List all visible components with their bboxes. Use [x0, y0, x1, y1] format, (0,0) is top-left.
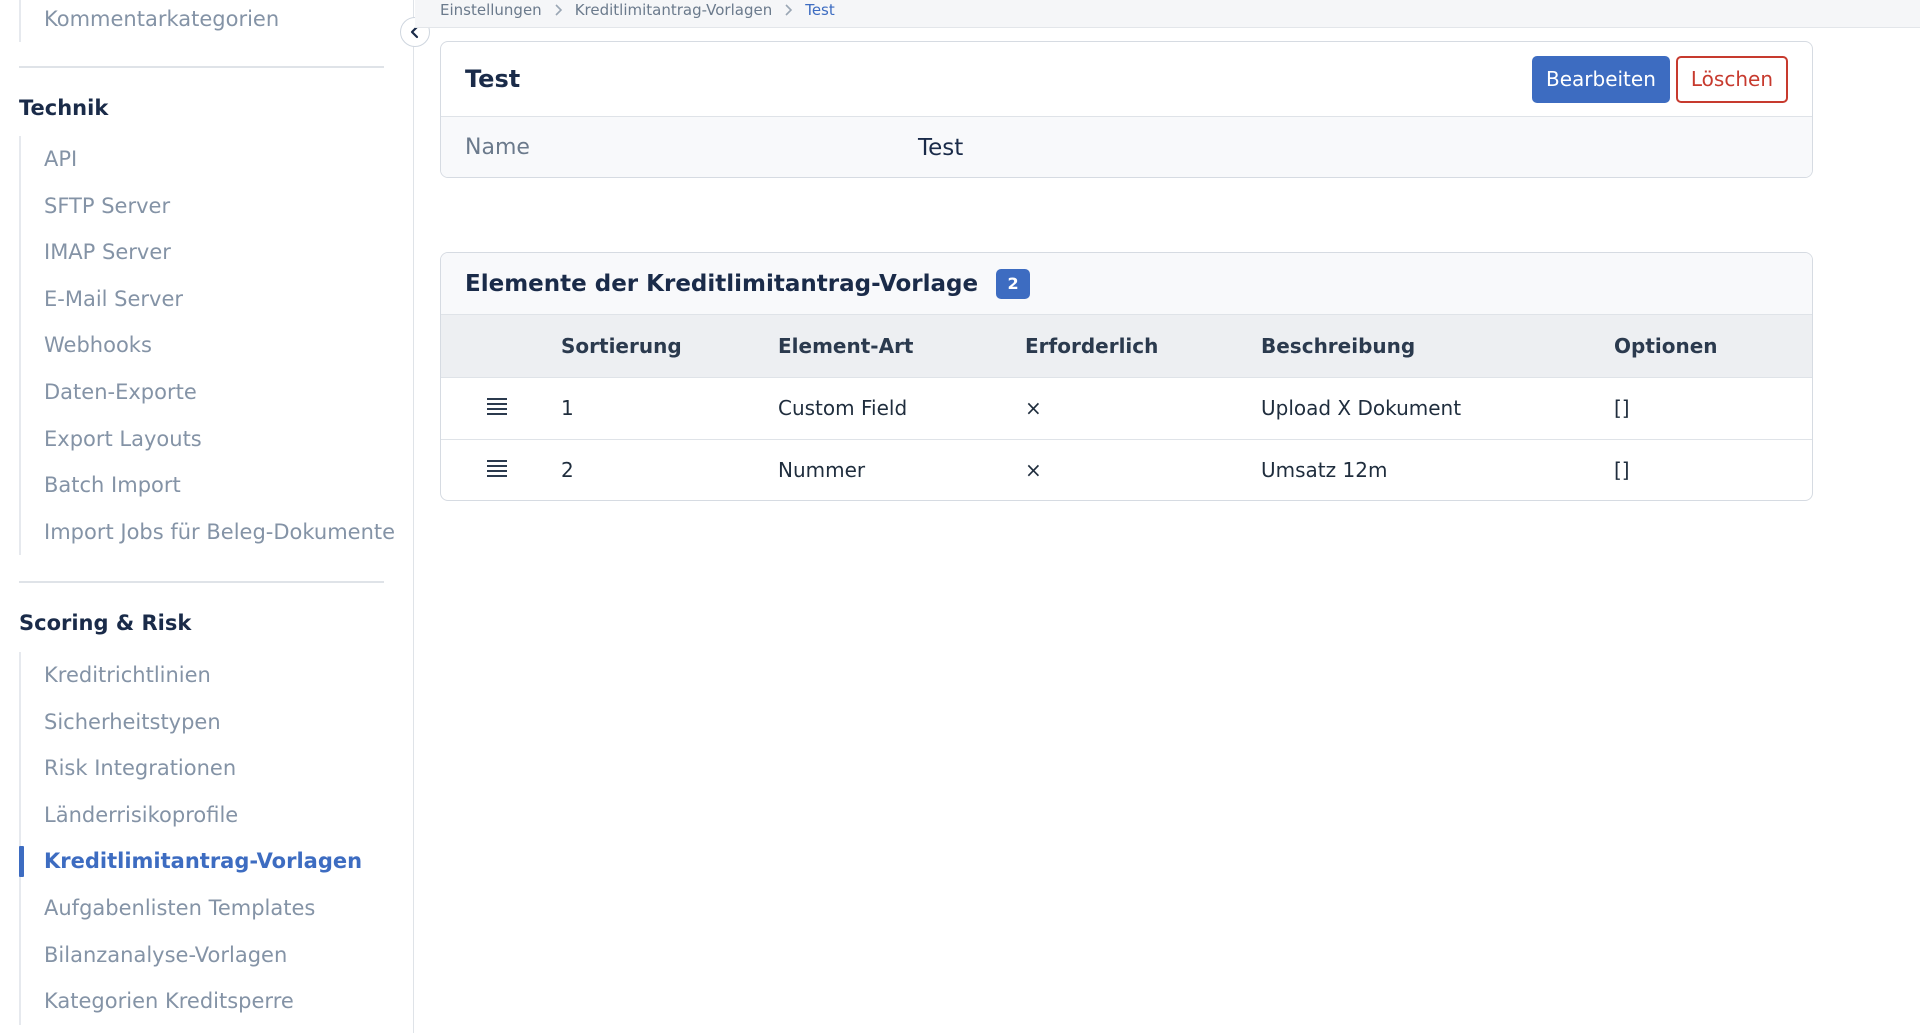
sidebar-item-api[interactable]: API	[21, 136, 395, 183]
sidebar-group-title-technik: Technik	[19, 96, 109, 120]
sidebar-divider	[19, 581, 384, 583]
name-label: Name	[465, 135, 530, 160]
sidebar: Kommentarkategorien Technik API SFTP Ser…	[0, 0, 414, 1033]
table-header-row: Sortierung Element-Art Erforderlich Besc…	[441, 315, 1812, 377]
detail-card-header: Test Bearbeiten Löschen	[441, 42, 1812, 117]
breadcrumb-kreditlimitantrag-vorlagen[interactable]: Kreditlimitantrag-Vorlagen	[575, 1, 773, 19]
delete-button[interactable]: Löschen	[1675, 55, 1788, 103]
cell-erforderlich: ×	[1025, 458, 1042, 483]
name-value: Test	[918, 134, 964, 161]
elements-title: Elemente der Kreditlimitantrag-Vorlage	[465, 270, 979, 297]
cell-element-art: Custom Field	[778, 396, 908, 420]
chevron-right-icon	[784, 4, 793, 16]
sidebar-group-top: Kommentarkategorien	[19, 0, 279, 42]
column-header-drag	[441, 315, 561, 377]
sidebar-item-kommentarkategorien[interactable]: Kommentarkategorien	[21, 0, 279, 42]
column-header-erforderlich[interactable]: Erforderlich	[1025, 315, 1261, 377]
cell-sortierung: 1	[561, 396, 574, 420]
sidebar-item-webhooks[interactable]: Webhooks	[21, 322, 395, 369]
sidebar-group-technik: API SFTP Server IMAP Server E-Mail Serve…	[19, 136, 395, 556]
template-detail-card: Test Bearbeiten Löschen Name Test	[440, 41, 1813, 178]
elements-count-badge: 2	[996, 268, 1031, 299]
sidebar-item-import-jobs[interactable]: Import Jobs für Beleg-Dokumente	[21, 509, 395, 556]
column-header-sortierung[interactable]: Sortierung	[561, 315, 778, 377]
drag-cell	[441, 377, 561, 439]
sidebar-item-kategorien-kreditsperre[interactable]: Kategorien Kreditsperre	[21, 978, 362, 1025]
sidebar-item-batch-import[interactable]: Batch Import	[21, 462, 395, 509]
cell-erforderlich: ×	[1025, 396, 1042, 420]
cell-beschreibung: Umsatz 12m	[1261, 458, 1388, 483]
detail-title: Test	[465, 65, 521, 93]
table-row[interactable]: 1 Custom Field × Upload X Dokument []	[441, 377, 1812, 439]
table-row[interactable]: 2 Nummer × Umsatz 12m []	[441, 439, 1812, 500]
drag-cell	[441, 439, 561, 500]
sidebar-item-kreditlimitantrag-vorlagen[interactable]: Kreditlimitantrag-Vorlagen	[18, 838, 362, 885]
sidebar-item-bilanzanalyse-vorlagen[interactable]: Bilanzanalyse-Vorlagen	[21, 932, 362, 979]
sidebar-item-daten-exporte[interactable]: Daten-Exporte	[21, 369, 395, 416]
breadcrumb-einstellungen[interactable]: Einstellungen	[440, 1, 542, 19]
drag-handle-icon[interactable]	[487, 397, 507, 415]
template-elements-card: Elemente der Kreditlimitantrag-Vorlage 2…	[440, 252, 1813, 501]
column-header-beschreibung[interactable]: Beschreibung	[1261, 315, 1614, 377]
sidebar-divider	[19, 66, 384, 68]
column-header-optionen[interactable]: Optionen	[1614, 315, 1812, 377]
sidebar-group-title-scoring-risk: Scoring & Risk	[19, 611, 192, 635]
detail-name-row: Name Test	[441, 117, 1812, 177]
elements-card-header: Elemente der Kreditlimitantrag-Vorlage 2	[441, 253, 1812, 315]
elements-table: Sortierung Element-Art Erforderlich Besc…	[441, 315, 1812, 500]
cell-element-art: Nummer	[778, 458, 866, 483]
sidebar-group-scoring-risk: Kreditrichtlinien Sicherheitstypen Risk …	[18, 652, 362, 1025]
drag-handle-icon[interactable]	[487, 459, 507, 478]
sidebar-item-aufgabenlisten-templates[interactable]: Aufgabenlisten Templates	[21, 885, 362, 932]
cell-optionen: []	[1614, 458, 1630, 483]
sidebar-item-laenderrisikoprofile[interactable]: Länderrisikoprofile	[21, 792, 362, 839]
edit-button[interactable]: Bearbeiten	[1532, 55, 1670, 103]
cell-beschreibung: Upload X Dokument	[1261, 396, 1462, 420]
chevron-right-icon	[554, 4, 563, 16]
breadcrumb-current: Test	[805, 1, 835, 19]
sidebar-item-imap-server[interactable]: IMAP Server	[21, 229, 395, 276]
sidebar-item-email-server[interactable]: E-Mail Server	[21, 276, 395, 323]
cell-optionen: []	[1614, 396, 1630, 420]
sidebar-item-sftp-server[interactable]: SFTP Server	[21, 183, 395, 230]
cell-sortierung: 2	[561, 458, 574, 483]
column-header-element-art[interactable]: Element-Art	[778, 315, 1025, 377]
sidebar-item-sicherheitstypen[interactable]: Sicherheitstypen	[21, 699, 362, 746]
sidebar-item-risk-integrationen[interactable]: Risk Integrationen	[21, 745, 362, 792]
sidebar-item-kreditrichtlinien[interactable]: Kreditrichtlinien	[21, 652, 362, 699]
breadcrumb: Einstellungen Kreditlimitantrag-Vorlagen…	[440, 0, 835, 20]
sidebar-item-export-layouts[interactable]: Export Layouts	[21, 416, 395, 463]
